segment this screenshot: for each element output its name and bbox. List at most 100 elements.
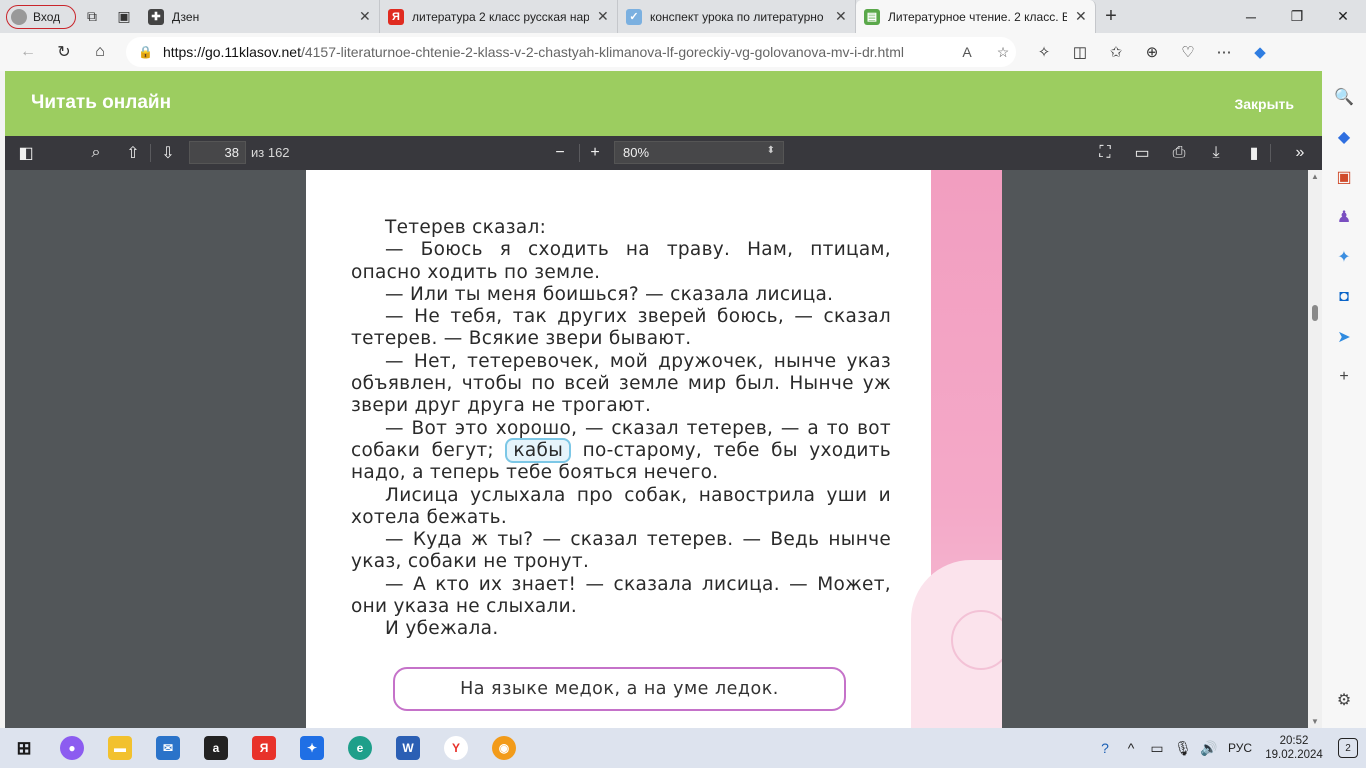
paragraph: — А кто их знает! — сказала лисица. — Мо…: [351, 573, 891, 618]
split-screen-icon[interactable]: ◫: [1062, 36, 1098, 68]
notification-count: 2: [1338, 738, 1358, 758]
close-tab-icon[interactable]: ✕: [597, 8, 609, 25]
profile-button[interactable]: Вход: [6, 4, 76, 29]
open-file-icon[interactable]: ▭: [1127, 136, 1157, 170]
favorites-icon[interactable]: ✩: [1098, 36, 1134, 68]
help-icon[interactable]: ?: [1092, 740, 1118, 756]
close-tab-icon[interactable]: ✕: [835, 8, 847, 25]
amazon-icon[interactable]: a: [192, 728, 240, 768]
read-aloud-icon[interactable]: A: [954, 44, 980, 60]
paragraph: — Или ты меня боишься? — сказала лисица.: [385, 283, 834, 305]
back-icon[interactable]: ←: [10, 36, 46, 68]
page-content: Читать онлайн Закрыть ◧ ⌕ ⇧ ⇩ 38 из 162 …: [5, 71, 1322, 728]
pdf-viewer[interactable]: Тетерев сказал: — Боюсь я сходить на тра…: [5, 170, 1322, 728]
toolbar-extensions: ✧ ◫ ✩ ⊕ ♡ ⋯ ◆: [1026, 36, 1278, 68]
previous-page-icon[interactable]: ⇧: [118, 136, 148, 170]
print-icon[interactable]: ⎙: [1164, 136, 1194, 170]
copilot-icon[interactable]: ◆: [1242, 36, 1278, 68]
page-scrollbar[interactable]: ▲ ▼: [1308, 170, 1322, 728]
file-explorer-icon[interactable]: ▬: [96, 728, 144, 768]
tab-title: Дзен: [172, 9, 200, 24]
send-icon[interactable]: ➤: [1328, 319, 1360, 355]
restore-icon[interactable]: ❐: [1274, 0, 1320, 33]
address-field[interactable]: 🔒 https://go.11klasov.net/4157-literatur…: [126, 37, 1016, 67]
scroll-thumb[interactable]: [1312, 305, 1318, 321]
collections-icon[interactable]: ⊕: [1134, 36, 1170, 68]
tools-menu-icon[interactable]: »: [1285, 136, 1315, 170]
proverb-box: На языке медок, а на уме ледок.: [393, 667, 846, 711]
close-tab-icon[interactable]: ✕: [359, 8, 371, 25]
fullscreen-icon[interactable]: ⛶: [1090, 136, 1120, 170]
edge-icon[interactable]: e: [336, 728, 384, 768]
book-favicon-icon: ▤: [864, 8, 880, 25]
tab-title: литература 2 класс русская нар: [412, 9, 589, 24]
zoom-in-icon[interactable]: +: [580, 136, 610, 170]
copilot-sidebar-icon[interactable]: ✦: [1328, 239, 1360, 275]
download-icon[interactable]: ⤓: [1201, 136, 1231, 170]
yandex-browser-icon[interactable]: Я: [240, 728, 288, 768]
tray-chevron-icon[interactable]: ^: [1118, 740, 1144, 756]
tag-icon[interactable]: ◆: [1328, 119, 1360, 155]
next-page-icon[interactable]: ⇩: [153, 136, 183, 170]
volume-icon[interactable]: 🔊: [1196, 740, 1222, 757]
page-count: из 162: [251, 145, 290, 160]
date: 19.02.2024: [1265, 749, 1323, 761]
page-decoration: [911, 170, 1002, 728]
notifications-button[interactable]: 2: [1330, 728, 1366, 768]
games-icon[interactable]: ♟: [1328, 199, 1360, 235]
zoom-out-icon[interactable]: −: [545, 136, 575, 170]
alice-icon[interactable]: ●: [48, 728, 96, 768]
performance-icon[interactable]: ♡: [1170, 36, 1206, 68]
battery-icon[interactable]: ▭: [1144, 740, 1170, 757]
tab-dzen[interactable]: ✚ Дзен ✕: [140, 0, 380, 33]
dropbox-icon[interactable]: ✦: [288, 728, 336, 768]
bookmark-icon[interactable]: ▮: [1239, 136, 1269, 170]
add-sidebar-icon[interactable]: +: [1328, 359, 1360, 395]
tab-konspekt[interactable]: ✓ конспект урока по литературно ✕: [618, 0, 856, 33]
url-text[interactable]: https://go.11klasov.net/4157-literaturno…: [163, 44, 944, 60]
language-indicator[interactable]: РУС: [1222, 741, 1258, 755]
tab-title: конспект урока по литературно: [650, 9, 824, 24]
highlighted-word: кабы: [505, 437, 572, 463]
extensions-icon[interactable]: ✧: [1026, 36, 1062, 68]
pdf-toolbar: ◧ ⌕ ⇧ ⇩ 38 из 162 − + 80% ⬍ ⛶ ▭ ⎙ ⤓ ▮ »: [5, 136, 1322, 170]
yandex-icon[interactable]: Y: [432, 728, 480, 768]
media-player-icon[interactable]: ◉: [480, 728, 528, 768]
edge-sidebar: 🔍 ◆ ▣ ♟ ✦ ◘ ➤ + ⚙: [1322, 71, 1366, 728]
tab-actions-icon[interactable]: ▣: [108, 1, 140, 33]
zoom-select[interactable]: 80% ⬍: [614, 141, 784, 164]
lock-icon[interactable]: 🔒: [138, 45, 153, 59]
search-icon[interactable]: 🔍: [1328, 79, 1360, 115]
tab-literaturnoe[interactable]: ▤ Литературное чтение. 2 класс. В ✕: [856, 0, 1096, 33]
clock[interactable]: 20:52 19.02.2024: [1258, 734, 1330, 762]
sidebar-toggle-icon[interactable]: ◧: [11, 136, 41, 170]
settings-icon[interactable]: ⚙: [1328, 682, 1360, 718]
tab-title: Литературное чтение. 2 класс. В: [888, 9, 1067, 24]
microphone-icon[interactable]: 🎙: [1170, 740, 1196, 757]
outlook-icon[interactable]: ◘: [1328, 279, 1360, 315]
window-controls: ─ ❐ ✕: [1228, 0, 1366, 33]
paragraph: — Боюсь я сходить на траву. Нам, птицам,…: [351, 239, 891, 283]
find-icon[interactable]: ⌕: [81, 136, 111, 170]
home-icon[interactable]: ⌂: [82, 36, 118, 68]
close-link[interactable]: Закрыть: [1234, 96, 1294, 112]
word-icon[interactable]: W: [384, 728, 432, 768]
new-tab-button[interactable]: +: [1096, 2, 1126, 32]
workspaces-icon[interactable]: ⧉: [76, 1, 108, 33]
mail-icon[interactable]: ✉: [144, 728, 192, 768]
page-number-input[interactable]: 38: [189, 141, 246, 164]
paragraph: Лисица услыхала про собак, навострила уш…: [351, 484, 891, 528]
start-icon[interactable]: ⊞: [0, 728, 48, 768]
scroll-up-icon[interactable]: ▲: [1311, 172, 1319, 181]
refresh-icon[interactable]: ↻: [46, 36, 82, 68]
more-menu-icon[interactable]: ⋯: [1206, 36, 1242, 68]
close-window-icon[interactable]: ✕: [1320, 0, 1366, 33]
minimize-icon[interactable]: ─: [1228, 0, 1274, 33]
tab-yandex[interactable]: Я литература 2 класс русская нар ✕: [380, 0, 618, 33]
scroll-down-icon[interactable]: ▼: [1311, 717, 1319, 726]
shopping-bag-icon[interactable]: ▣: [1328, 159, 1360, 195]
paragraph: И убежала.: [385, 618, 499, 640]
dzen-favicon-icon: ✚: [148, 8, 164, 25]
close-tab-icon[interactable]: ✕: [1075, 8, 1087, 25]
favorite-star-icon[interactable]: ☆: [990, 44, 1016, 61]
